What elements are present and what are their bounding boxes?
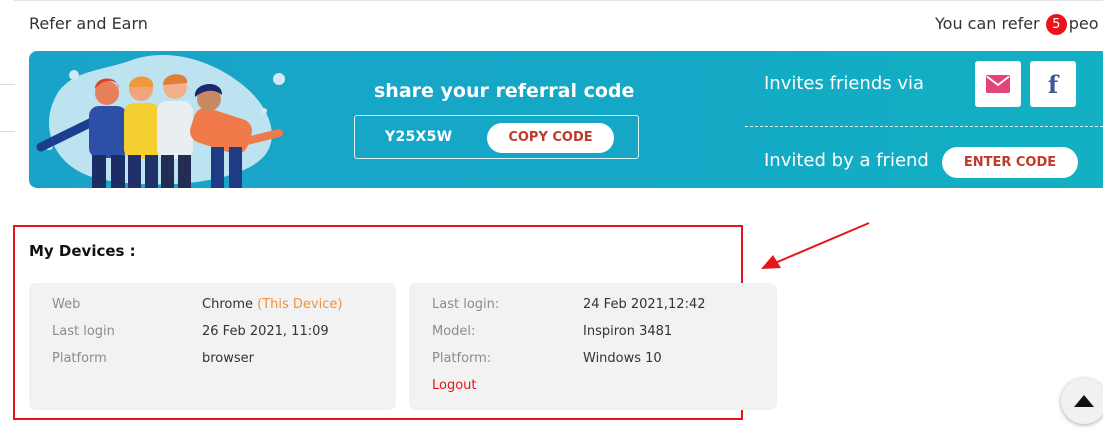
top-divider bbox=[14, 0, 1103, 1]
mail-share-button[interactable] bbox=[975, 61, 1021, 107]
banner-divider bbox=[745, 126, 1103, 127]
refer-prefix: You can refer bbox=[935, 14, 1040, 33]
device-card: Last login: 24 Feb 2021,12:42 Model: Ins… bbox=[409, 283, 777, 410]
device-row-value: 24 Feb 2021,12:42 bbox=[583, 297, 706, 312]
facebook-share-button[interactable]: f bbox=[1030, 61, 1076, 107]
mail-icon bbox=[986, 75, 1010, 93]
scroll-to-top-button[interactable] bbox=[1061, 378, 1103, 424]
refer-count-badge: 5 bbox=[1045, 14, 1067, 35]
device-row-value: 26 Feb 2021, 11:09 bbox=[202, 324, 329, 339]
invite-via-label: Invites friends via bbox=[764, 73, 925, 94]
refer-suffix: peo bbox=[1068, 14, 1099, 33]
share-code-heading: share your referral code bbox=[374, 80, 635, 102]
page-title: Refer and Earn bbox=[29, 14, 148, 33]
caret-up-icon bbox=[1074, 395, 1094, 407]
device-row-label: Last login: bbox=[432, 297, 500, 312]
facebook-icon: f bbox=[1047, 69, 1059, 99]
invited-by-label: Invited by a friend bbox=[764, 150, 929, 171]
device-row-label: Model: bbox=[432, 324, 476, 339]
device-row-value: Chrome (This Device) bbox=[202, 297, 342, 312]
device-row-label: Platform bbox=[52, 351, 107, 366]
left-divider bbox=[0, 131, 15, 132]
device-row-label: Last login bbox=[52, 324, 115, 339]
devices-title: My Devices : bbox=[29, 242, 136, 260]
device-row-label: Platform: bbox=[432, 351, 492, 366]
referral-code: Y25X5W bbox=[385, 129, 453, 145]
annotation-arrow bbox=[761, 222, 870, 269]
device-row-value: Windows 10 bbox=[583, 351, 662, 366]
referral-code-box: Y25X5W COPY CODE bbox=[354, 115, 639, 159]
copy-code-button[interactable]: COPY CODE bbox=[487, 123, 614, 153]
device-row-value: Inspiron 3481 bbox=[583, 324, 673, 339]
friends-illustration bbox=[36, 55, 285, 188]
logout-link[interactable]: Logout bbox=[432, 378, 477, 393]
device-card: Web Chrome (This Device) Last login 26 F… bbox=[29, 283, 396, 410]
refer-count-text: You can refer 5 peo bbox=[935, 14, 1099, 35]
browser-name: Chrome bbox=[202, 297, 253, 312]
device-row-label: Web bbox=[52, 297, 81, 312]
this-device-tag: (This Device) bbox=[257, 297, 343, 312]
referral-banner: share your referral code Y25X5W COPY COD… bbox=[29, 51, 1103, 188]
enter-code-button[interactable]: ENTER CODE bbox=[942, 147, 1078, 178]
device-row-value: browser bbox=[202, 351, 255, 366]
left-divider bbox=[0, 84, 15, 85]
